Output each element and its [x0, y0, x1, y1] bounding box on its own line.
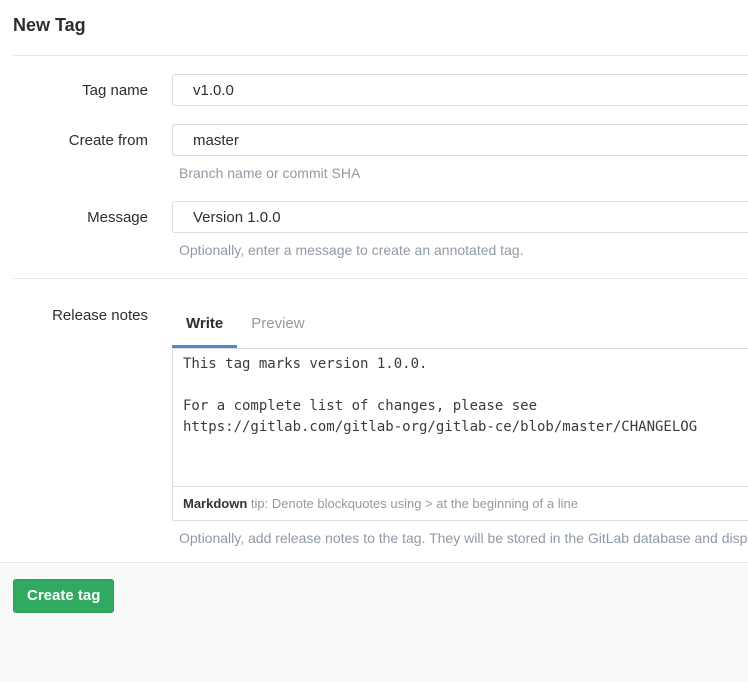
create-from-hint: Branch name or commit SHA [179, 164, 748, 183]
create-from-field: Branch name or commit SHA [172, 124, 748, 183]
tag-name-row: Tag name [13, 74, 748, 106]
create-from-row: Create from Branch name or commit SHA [13, 124, 748, 183]
tab-preview[interactable]: Preview [237, 301, 318, 348]
release-notes-textarea[interactable]: This tag marks version 1.0.0. For a comp… [173, 349, 748, 487]
message-field: Optionally, enter a message to create an… [172, 201, 748, 260]
tag-name-label: Tag name [13, 74, 148, 101]
markdown-tip-bold: Markdown [183, 496, 247, 511]
tab-write[interactable]: Write [172, 301, 237, 348]
page-title: New Tag [13, 13, 748, 38]
message-label: Message [13, 201, 148, 228]
create-tag-button[interactable]: Create tag [13, 579, 114, 613]
release-notes-field: Write Preview This tag marks version 1.0… [172, 301, 748, 548]
form-actions-footer: Create tag [0, 562, 748, 682]
header-divider [13, 55, 748, 56]
markdown-tabs: Write Preview [172, 301, 748, 348]
create-from-input[interactable] [172, 124, 748, 156]
release-notes-label: Release notes [13, 301, 148, 326]
new-tag-page: New Tag Tag name Create from Branch name… [0, 13, 748, 548]
message-hint: Optionally, enter a message to create an… [179, 241, 748, 260]
new-tag-form: Tag name Create from Branch name or comm… [13, 74, 748, 548]
tag-name-field [172, 74, 748, 106]
message-input[interactable] [172, 201, 748, 233]
tag-name-input[interactable] [172, 74, 748, 106]
message-row: Message Optionally, enter a message to c… [13, 201, 748, 260]
markdown-tip: Markdown tip: Denote blockquotes using >… [173, 487, 748, 520]
section-divider [13, 278, 748, 279]
release-notes-hint: Optionally, add release notes to the tag… [179, 529, 748, 548]
release-notes-row: Release notes Write Preview This tag mar… [13, 301, 748, 548]
markdown-tip-text: tip: Denote blockquotes using > at the b… [247, 496, 578, 511]
create-from-label: Create from [13, 124, 148, 151]
markdown-area: This tag marks version 1.0.0. For a comp… [172, 348, 748, 521]
